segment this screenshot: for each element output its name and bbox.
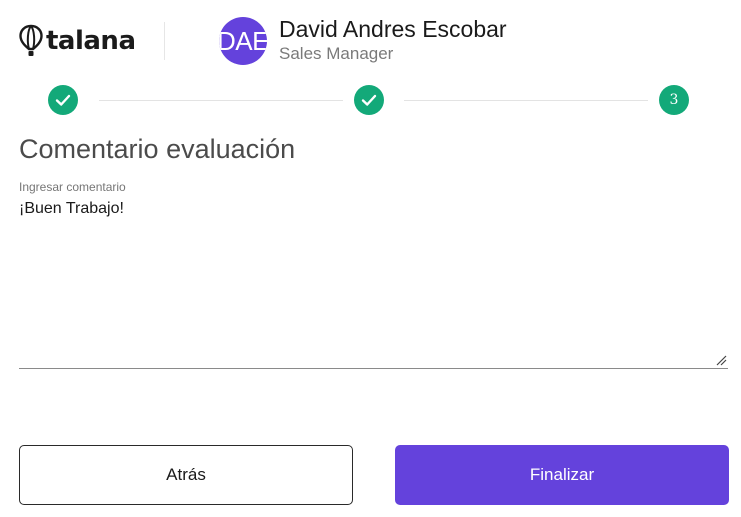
comment-textarea[interactable]: ¡Buen Trabajo! bbox=[19, 197, 728, 369]
step-3-current: 3 bbox=[659, 85, 689, 115]
step-1-completed bbox=[48, 85, 78, 115]
back-button[interactable]: Atrás bbox=[19, 445, 353, 505]
evaluation-page: talana DAE David Andres Escobar Sales Ma… bbox=[0, 0, 741, 517]
avatar: DAE bbox=[219, 17, 267, 65]
user-role: Sales Manager bbox=[279, 44, 394, 63]
finish-button[interactable]: Finalizar bbox=[395, 445, 729, 505]
step-2-completed bbox=[354, 85, 384, 115]
avatar-initials: DAE bbox=[219, 25, 267, 56]
comment-label: Ingresar comentario bbox=[19, 180, 126, 194]
header-divider bbox=[164, 22, 165, 60]
check-icon bbox=[55, 94, 71, 106]
progress-stepper: 3 bbox=[0, 84, 741, 116]
balloon-icon bbox=[19, 24, 43, 56]
resize-handle-icon[interactable] bbox=[715, 354, 727, 366]
user-name: David Andres Escobar bbox=[279, 16, 507, 42]
step-number: 3 bbox=[669, 92, 679, 108]
talana-logo: talana bbox=[18, 24, 136, 58]
section-title: Comentario evaluación bbox=[19, 134, 296, 164]
step-connector bbox=[404, 100, 648, 101]
logo-text: talana bbox=[46, 26, 136, 56]
step-connector bbox=[99, 100, 343, 101]
check-icon bbox=[361, 94, 377, 106]
